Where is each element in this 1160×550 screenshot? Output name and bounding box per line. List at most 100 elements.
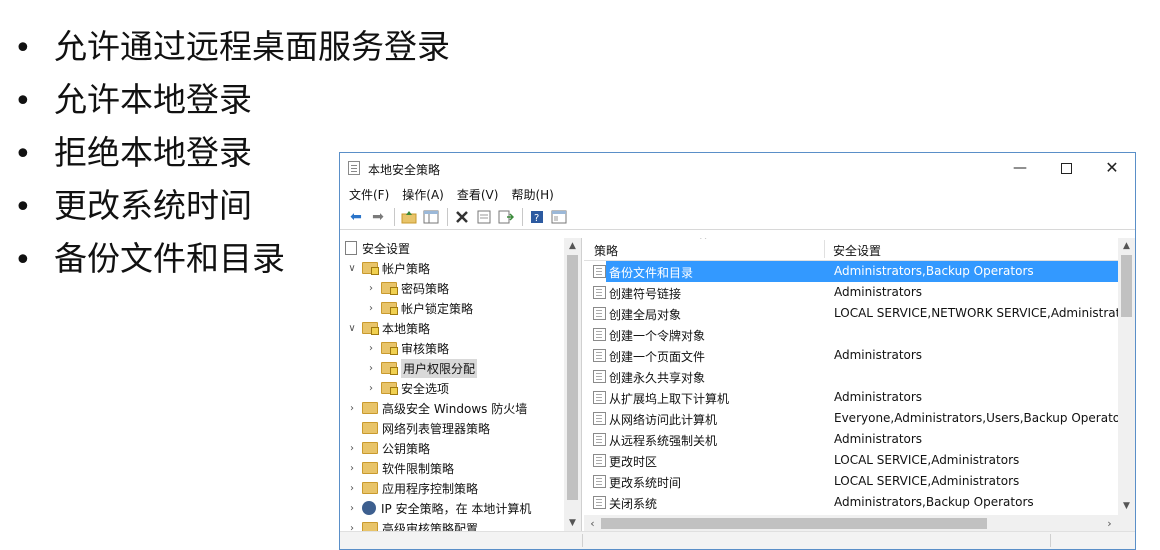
scroll-thumb[interactable] (567, 255, 578, 500)
tree-node-software-restriction[interactable]: › 软件限制策略 (345, 458, 454, 478)
policy-row[interactable]: 备份文件和目录 Administrators,Backup Operators (593, 261, 1118, 282)
policy-row[interactable]: 创建永久共享对象 (584, 366, 1118, 387)
collapse-chevron-icon[interactable]: ∨ (345, 263, 359, 274)
scroll-up-icon[interactable]: ▲ (1118, 238, 1135, 255)
policy-row[interactable]: 创建全局对象 LOCAL SERVICE,NETWORK SERVICE,Adm… (584, 303, 1128, 324)
menu-help[interactable]: 帮助(H) (511, 186, 553, 203)
tree-node-label: 网络列表管理器策略 (382, 421, 491, 436)
tree-node-label: 审核策略 (401, 341, 450, 356)
column-header-policy[interactable]: 策略 (594, 242, 618, 259)
bullet-text: 拒绝本地登录 (54, 133, 252, 172)
expand-chevron-icon[interactable]: › (345, 483, 359, 494)
policy-row[interactable]: 创建一个页面文件 Administrators (584, 345, 1118, 366)
tree-node-local-policies[interactable]: ∨ 本地策略 (345, 318, 430, 338)
policy-setting: Administrators (834, 432, 923, 446)
title-bar[interactable]: 本地安全策略 — ✕ (340, 153, 1135, 183)
close-button[interactable]: ✕ (1089, 153, 1135, 183)
forward-arrow-icon[interactable]: ➡ (368, 207, 388, 227)
toolbar-separator (522, 208, 523, 226)
menu-file[interactable]: 文件(F) (349, 186, 389, 203)
tree-node-label: 密码策略 (401, 281, 450, 296)
list-vertical-scrollbar[interactable]: ▲ ▼ (1118, 238, 1135, 515)
expand-chevron-icon[interactable]: › (345, 403, 359, 414)
bullet-dot: • (14, 84, 32, 119)
policy-row[interactable]: 关闭系统 Administrators,Backup Operators (584, 492, 1118, 513)
scroll-right-icon[interactable]: › (1101, 515, 1118, 532)
tree-node-network-list[interactable]: 网络列表管理器策略 (362, 418, 490, 438)
menu-bar: 文件(F) 操作(A) 查看(V) 帮助(H) (340, 183, 1135, 205)
folder-icon (362, 482, 378, 494)
list-horizontal-scrollbar[interactable]: ‹ › (584, 515, 1118, 532)
delete-icon[interactable] (452, 207, 472, 227)
tree-node-password-policy[interactable]: › 密码策略 (364, 278, 449, 298)
policy-row[interactable]: 从远程系统强制关机 Administrators (584, 429, 1118, 450)
tree-node-account-policies[interactable]: ∨ 帐户策略 (345, 258, 430, 278)
tree-node-user-rights-assignment[interactable]: › 用户权限分配 (364, 358, 478, 378)
tree-node-account-lockout[interactable]: › 帐户锁定策略 (364, 298, 473, 318)
tree-node-label: 安全选项 (401, 381, 450, 396)
tree-node-label: 应用程序控制策略 (382, 481, 479, 496)
folder-icon (362, 422, 378, 434)
window-title: 本地安全策略 (368, 163, 441, 177)
export-list-icon[interactable] (496, 207, 516, 227)
collapse-chevron-icon[interactable]: ∨ (345, 323, 359, 334)
scroll-left-icon[interactable]: ‹ (584, 515, 601, 532)
policy-row[interactable]: 创建一个令牌对象 (584, 324, 1118, 345)
console-tree-icon[interactable] (549, 207, 569, 227)
show-hide-tree-icon[interactable] (421, 207, 441, 227)
scroll-down-icon[interactable]: ▼ (564, 515, 581, 532)
policy-row[interactable]: 从网络访问此计算机 Everyone,Administrators,Users,… (584, 408, 1131, 429)
status-bar (340, 531, 1135, 549)
expand-chevron-icon[interactable]: › (364, 283, 378, 294)
expand-chevron-icon[interactable]: › (364, 363, 378, 374)
tree-node-label: 软件限制策略 (382, 461, 455, 476)
svg-text:?: ? (534, 213, 539, 224)
policy-row[interactable]: 创建符号链接 Administrators (584, 282, 1118, 303)
expand-chevron-icon[interactable]: › (345, 503, 359, 514)
tree-node-advanced-audit[interactable]: › 高级审核策略配置 (345, 518, 478, 532)
policy-icon (593, 265, 606, 278)
scroll-up-icon[interactable]: ▲ (564, 238, 581, 255)
folder-up-icon[interactable] (399, 207, 419, 227)
scroll-down-icon[interactable]: ▼ (1118, 498, 1135, 515)
help-icon[interactable]: ? (527, 207, 547, 227)
expand-chevron-icon[interactable]: › (364, 343, 378, 354)
menu-view[interactable]: 查看(V) (457, 186, 499, 203)
tree-vertical-scrollbar[interactable]: ▲ ▼ (564, 238, 581, 532)
folder-icon (362, 462, 378, 474)
tree-node-ip-security[interactable]: › IP 安全策略，在 本地计算机 (345, 498, 531, 518)
policy-name: 关闭系统 (609, 497, 658, 511)
policy-name: 从扩展坞上取下计算机 (609, 392, 730, 406)
tree-node-label: 公钥策略 (382, 441, 431, 456)
policy-setting: LOCAL SERVICE,NETWORK SERVICE,Administra… (834, 306, 1128, 320)
policy-icon (593, 475, 606, 488)
policy-row[interactable]: 更改时区 LOCAL SERVICE,Administrators (584, 450, 1118, 471)
folder-icon (381, 302, 398, 315)
tree-node-public-key[interactable]: › 公钥策略 (345, 438, 430, 458)
tree-node-firewall[interactable]: › 高级安全 Windows 防火墙 (345, 398, 527, 418)
policy-icon (593, 307, 606, 320)
tree-node-security-settings[interactable]: 安全设置 (345, 238, 410, 258)
tree-node-audit-policy[interactable]: › 审核策略 (364, 338, 449, 358)
scroll-thumb[interactable] (601, 518, 987, 529)
slide-bullet: • 允许通过远程桌面服务登录 (14, 20, 450, 73)
policy-row[interactable]: 更改系统时间 LOCAL SERVICE,Administrators (584, 471, 1118, 492)
bullet-text: 备份文件和目录 (54, 239, 285, 278)
folder-icon (362, 442, 378, 454)
scroll-thumb[interactable] (1121, 255, 1132, 317)
column-divider[interactable] (824, 240, 825, 258)
tree-node-security-options[interactable]: › 安全选项 (364, 378, 449, 398)
policy-icon (593, 286, 606, 299)
policy-row[interactable]: 从扩展坞上取下计算机 Administrators (584, 387, 1118, 408)
menu-action[interactable]: 操作(A) (402, 186, 444, 203)
column-header-setting[interactable]: 安全设置 (833, 242, 881, 259)
minimize-button[interactable]: — (997, 153, 1043, 183)
back-arrow-icon[interactable]: ⬅ (346, 207, 366, 227)
expand-chevron-icon[interactable]: › (364, 303, 378, 314)
expand-chevron-icon[interactable]: › (364, 383, 378, 394)
properties-icon[interactable] (474, 207, 494, 227)
expand-chevron-icon[interactable]: › (345, 443, 359, 454)
maximize-button[interactable] (1043, 153, 1089, 183)
expand-chevron-icon[interactable]: › (345, 463, 359, 474)
tree-node-app-control[interactable]: › 应用程序控制策略 (345, 478, 478, 498)
